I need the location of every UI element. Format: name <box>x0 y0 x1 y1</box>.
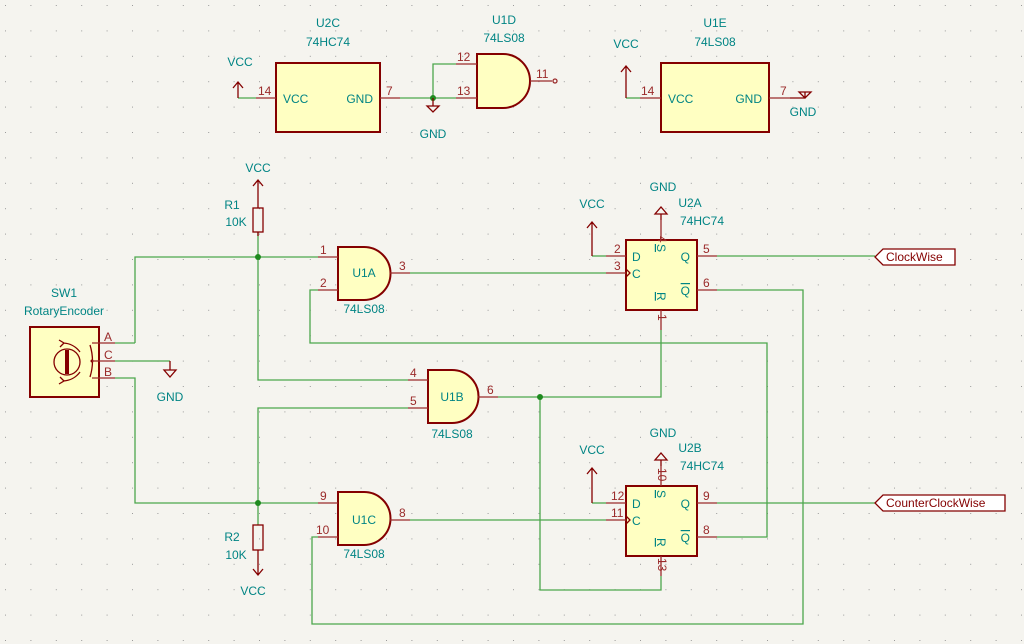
ref: R1 <box>224 198 240 212</box>
schematic-canvas[interactable]: U2C 74HC74 14 7 VCC GND VCC GND U1D 74LS… <box>0 0 1024 644</box>
pin-name: GND <box>346 92 373 106</box>
pin-number: 11 <box>536 67 549 81</box>
pin-number: 13 <box>457 84 471 98</box>
pin-name: C <box>104 348 113 362</box>
value: 74HC74 <box>680 459 724 473</box>
value: 74HC74 <box>306 35 350 49</box>
pin-name: S <box>654 490 668 498</box>
power-label: GND <box>790 105 817 119</box>
pin-name: D <box>632 250 641 264</box>
net-label-text: CounterClockWise <box>886 496 986 510</box>
net-label-counterclockwise[interactable]: CounterClockWise <box>874 494 1006 512</box>
pin-name: VCC <box>668 92 694 106</box>
pin-number: 3 <box>614 259 621 273</box>
pin-number: 2 <box>320 276 327 290</box>
power-label: VCC <box>227 55 253 69</box>
value: 74HC74 <box>680 214 724 228</box>
pin-number: 7 <box>386 84 393 98</box>
junction-dot <box>255 500 261 506</box>
power-label: GND <box>157 390 184 404</box>
ref: U1B <box>440 390 463 404</box>
pin-name: C <box>632 514 641 528</box>
ref: SW1 <box>51 286 77 300</box>
pin-name: GND <box>735 92 762 106</box>
pin-name: Q <box>681 497 690 511</box>
power-label: GND <box>650 426 677 440</box>
pin-number: 2 <box>614 242 621 256</box>
pin-name: R <box>654 538 668 547</box>
value: 10K <box>225 215 246 229</box>
power-label: VCC <box>579 443 605 457</box>
pin-number: 7 <box>780 84 787 98</box>
value: 74LS08 <box>343 547 385 561</box>
pin-number: 9 <box>320 489 327 503</box>
pin-number: 10 <box>655 468 669 482</box>
pin-name: R <box>654 292 668 301</box>
ref: U1D <box>492 13 516 27</box>
pin-name: S <box>654 244 668 252</box>
power-label: GND <box>420 127 447 141</box>
pin-number: 13 <box>655 558 669 572</box>
pin-number: 1 <box>655 314 669 321</box>
pin-name: B <box>104 365 112 379</box>
pin-name: A <box>104 330 112 344</box>
pin-number: 5 <box>703 242 710 256</box>
pin-number: 11 <box>611 506 624 520</box>
junction-dot <box>255 254 261 260</box>
pin-name: D <box>632 497 641 511</box>
ref: U1A <box>352 266 375 280</box>
net-label-clockwise[interactable]: ClockWise <box>874 248 956 266</box>
pin-number: 12 <box>611 489 625 503</box>
power-label: VCC <box>245 161 271 175</box>
pin-number: 5 <box>410 394 417 408</box>
value: 10K <box>225 548 246 562</box>
ref: U2B <box>678 441 701 455</box>
ref: R2 <box>224 530 240 544</box>
power-label: GND <box>650 180 677 194</box>
pin-number: 8 <box>399 506 406 520</box>
pin-name: Q <box>681 250 690 264</box>
value: RotaryEncoder <box>24 304 104 318</box>
pin-name: VCC <box>283 92 309 106</box>
pin-number: 1 <box>320 243 327 257</box>
pin-number: 4 <box>655 236 669 243</box>
pin-number: 8 <box>703 523 710 537</box>
value: 74LS08 <box>343 302 385 316</box>
ref: U2A <box>678 196 701 210</box>
net-label-text: ClockWise <box>886 250 943 264</box>
value: 74LS08 <box>431 427 473 441</box>
value: 74LS08 <box>483 31 525 45</box>
ref: U1C <box>352 513 376 527</box>
pin-number: 14 <box>258 84 272 98</box>
ref: U1E <box>703 16 726 30</box>
power-label: VCC <box>240 584 266 598</box>
power-label: VCC <box>579 197 605 211</box>
pin-name: C <box>632 267 641 281</box>
pin-number: 9 <box>703 489 710 503</box>
pin-name: Q <box>681 284 690 298</box>
pin-number: 6 <box>487 383 494 397</box>
pin-number: 12 <box>457 50 471 64</box>
pin-number: 6 <box>703 276 710 290</box>
pin-number: 10 <box>316 523 330 537</box>
ref: U2C <box>316 16 340 30</box>
pin-number: 14 <box>641 84 655 98</box>
pin-number: 3 <box>399 259 406 273</box>
power-label: VCC <box>613 37 639 51</box>
pin-number: 4 <box>410 366 417 380</box>
value: 74LS08 <box>694 35 736 49</box>
pin-name: Q <box>681 531 690 545</box>
junction-dot <box>537 394 543 400</box>
